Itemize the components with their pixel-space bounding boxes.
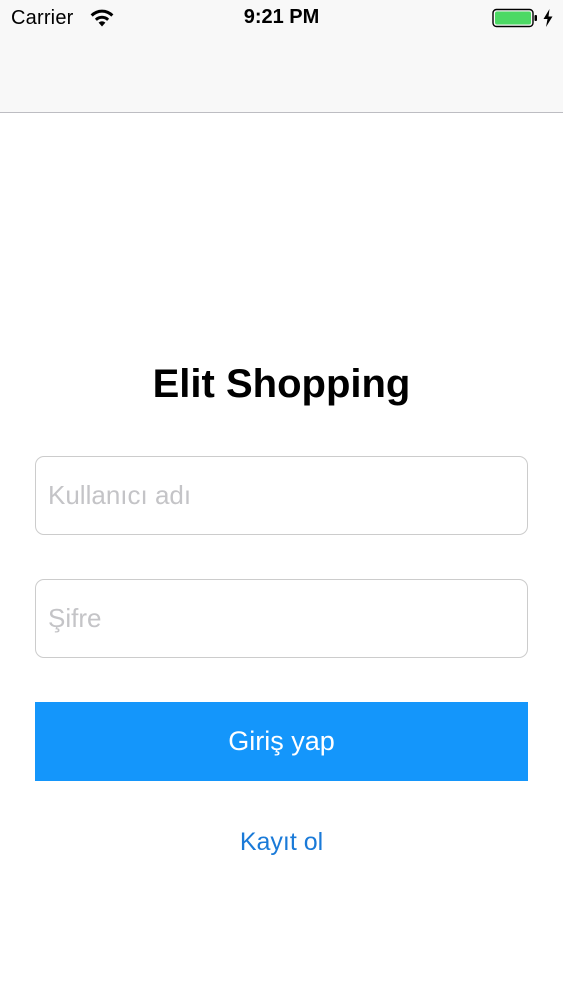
status-time: 9:21 PM bbox=[243, 6, 320, 28]
register-link[interactable]: Kayıt ol bbox=[0, 828, 563, 857]
login-button[interactable]: Giriş yap bbox=[35, 702, 528, 781]
navigation-bar bbox=[0, 36, 563, 113]
status-bar: Carrier 9:21 PM bbox=[0, 0, 563, 36]
charging-bolt-icon bbox=[543, 9, 553, 27]
username-input[interactable] bbox=[35, 456, 528, 535]
battery-icon bbox=[492, 8, 537, 28]
app-title: Elit Shopping bbox=[152, 362, 411, 406]
password-input[interactable] bbox=[35, 579, 528, 658]
